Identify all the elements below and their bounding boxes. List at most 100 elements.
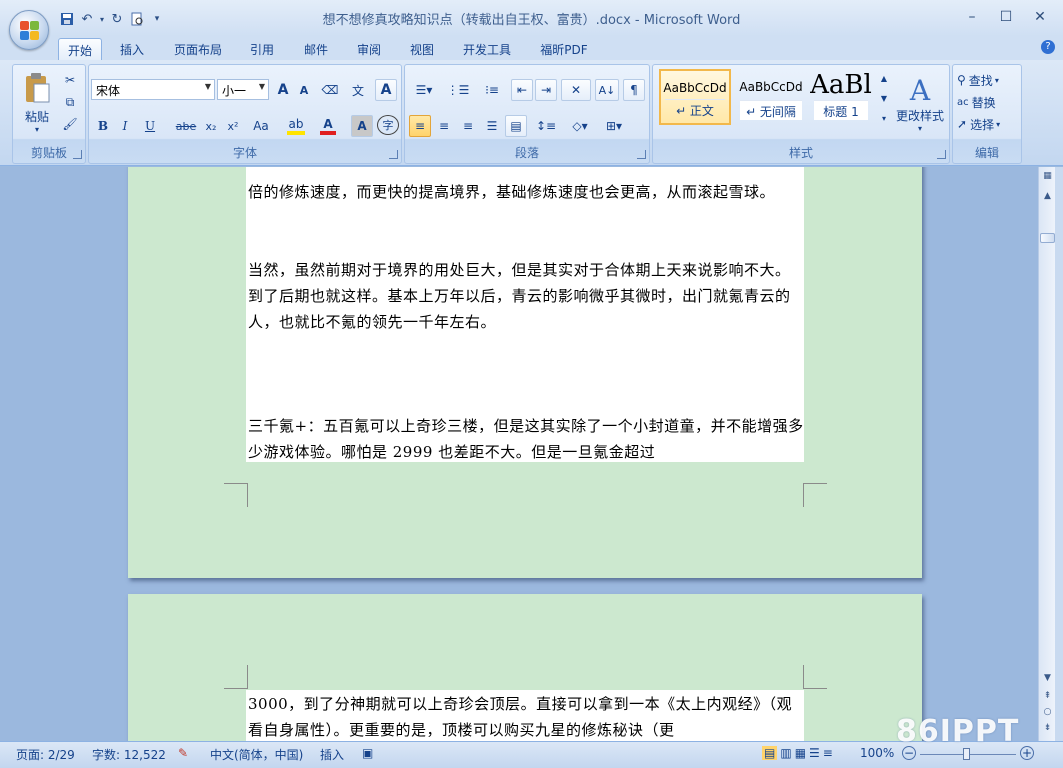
draft-icon[interactable]: ≡: [823, 746, 833, 760]
distributed-icon[interactable]: ▤: [505, 115, 527, 137]
scrollbar-thumb[interactable]: [1040, 233, 1055, 243]
tab-view[interactable]: 视图: [402, 38, 442, 60]
strikethrough-button[interactable]: abe: [173, 115, 199, 137]
maximize-button[interactable]: ☐: [989, 6, 1023, 28]
tab-developer[interactable]: 开发工具: [456, 38, 518, 60]
shading-icon[interactable]: ◇▾: [565, 115, 595, 137]
office-button[interactable]: [9, 10, 49, 50]
paragraph-launcher-icon[interactable]: [637, 150, 646, 159]
clipboard-launcher-icon[interactable]: [73, 150, 82, 159]
font-name-value: 宋体: [96, 84, 121, 98]
select-browse-object-icon[interactable]: ○: [1040, 707, 1055, 723]
paragraph[interactable]: 倍的修炼速度，而更快的提高境界，基础修炼速度也会更高，从而滚起雪球。: [248, 179, 804, 205]
borders-icon[interactable]: ⊞▾: [599, 115, 629, 137]
scroll-up-icon[interactable]: ▲: [1040, 191, 1055, 207]
numbering-icon[interactable]: ⋮☰: [443, 79, 473, 101]
outline-icon[interactable]: ☰: [809, 746, 820, 760]
paragraph[interactable]: 三千氪+：五百氪可以上奇珍三楼，但是这其实除了一个小封道童，并不能增强多少游戏体…: [248, 413, 804, 465]
show-marks-icon[interactable]: ¶: [623, 79, 645, 101]
zoom-in-icon[interactable]: +: [1020, 746, 1034, 760]
zoom-slider-thumb[interactable]: [963, 748, 970, 760]
tab-home[interactable]: 开始: [58, 38, 102, 60]
styles-scroll-up-icon[interactable]: ▲: [877, 69, 891, 87]
insert-mode[interactable]: 插入: [320, 746, 344, 763]
scroll-down-icon[interactable]: ▼: [1040, 673, 1055, 689]
zoom-level[interactable]: 100%: [860, 746, 894, 760]
shrink-font-button[interactable]: A: [294, 79, 314, 101]
format-painter-icon[interactable]: 🖌: [59, 113, 81, 135]
italic-button[interactable]: I: [115, 115, 135, 137]
highlight-icon[interactable]: ab: [281, 115, 311, 137]
char-shading-button[interactable]: A: [351, 115, 373, 137]
vertical-scrollbar[interactable]: ▦ ▲ ▼ ⇞ ○ ⇟: [1038, 167, 1055, 741]
line-spacing-icon[interactable]: ↕≡: [531, 115, 561, 137]
tab-review[interactable]: 审阅: [349, 38, 389, 60]
char-border-button[interactable]: A: [375, 79, 397, 101]
font-name-combo[interactable]: 宋体 ▼: [91, 79, 215, 100]
close-button[interactable]: ✕: [1023, 6, 1057, 28]
word-count[interactable]: 字数: 12,522: [92, 746, 166, 763]
style-heading-1[interactable]: AaBl 标题 1: [809, 69, 873, 125]
copy-icon[interactable]: ⧉: [59, 91, 81, 113]
font-group-label: 字体: [232, 146, 257, 160]
phonetic-guide-icon[interactable]: 文: [345, 79, 371, 101]
change-case-button[interactable]: Aa: [247, 115, 275, 137]
font-color-icon[interactable]: A: [313, 115, 343, 137]
align-right-icon[interactable]: ≡: [457, 115, 479, 137]
web-layout-icon[interactable]: ▦: [795, 746, 806, 760]
cut-icon[interactable]: ✂: [59, 69, 81, 91]
view-buttons: ▤ ▥ ▦ ☰ ≡: [762, 746, 833, 760]
previous-page-icon[interactable]: ⇞: [1040, 691, 1055, 707]
subscript-button[interactable]: x₂: [201, 115, 221, 137]
ruler-toggle-icon[interactable]: ▦: [1040, 171, 1055, 187]
help-icon[interactable]: ?: [1041, 40, 1055, 54]
replace-button[interactable]: ac 替换: [957, 91, 1019, 113]
chinese-layout-icon[interactable]: ✕: [561, 79, 591, 101]
tab-page-layout[interactable]: 页面布局: [166, 38, 230, 60]
bullets-icon[interactable]: ☰▾: [409, 79, 439, 101]
decrease-indent-icon[interactable]: ⇤: [511, 79, 533, 101]
change-styles-icon: A: [909, 73, 931, 107]
paragraph[interactable]: 3000，到了分神期就可以上奇珍会顶层。直接可以拿到一本《太上内观经》（观看自身…: [248, 691, 804, 741]
style-normal[interactable]: AaBbCcDd ↵ 正文: [659, 69, 731, 125]
superscript-button[interactable]: x²: [223, 115, 243, 137]
tab-references[interactable]: 引用: [242, 38, 282, 60]
increase-indent-icon[interactable]: ⇥: [535, 79, 557, 101]
styles-scroll-down-icon[interactable]: ▼: [877, 89, 891, 107]
clear-format-icon[interactable]: ⌫: [319, 79, 341, 101]
find-label: 查找: [968, 73, 993, 88]
find-button[interactable]: ⚲ 查找 ▾: [957, 69, 1019, 91]
underline-button[interactable]: U: [137, 115, 163, 137]
font-size-combo[interactable]: 小一 ▼: [217, 79, 269, 100]
select-button[interactable]: ➚ 选择 ▾: [957, 113, 1019, 135]
multilevel-list-icon[interactable]: ⁝≡: [477, 79, 507, 101]
justify-icon[interactable]: ☰: [481, 115, 503, 137]
proofing-icon[interactable]: ✎: [178, 746, 188, 760]
language-indicator[interactable]: 中文(简体，中国): [210, 746, 303, 763]
change-styles-button[interactable]: A 更改样式 ▾: [893, 69, 947, 137]
styles-more-icon[interactable]: ▾: [877, 109, 891, 127]
full-screen-reading-icon[interactable]: ▥: [780, 746, 791, 760]
align-center-icon[interactable]: ≡: [433, 115, 455, 137]
print-layout-icon[interactable]: ▤: [762, 746, 778, 760]
bold-button[interactable]: B: [93, 115, 113, 137]
paste-icon: [26, 73, 50, 103]
macro-record-icon[interactable]: ▣: [362, 746, 373, 760]
styles-launcher-icon[interactable]: [937, 150, 946, 159]
tab-foxit-pdf[interactable]: 福昕PDF: [532, 38, 596, 60]
enclose-characters-button[interactable]: 字: [377, 115, 399, 135]
style-no-spacing[interactable]: AaBbCcDd ↵ 无间隔: [735, 69, 807, 125]
document-area[interactable]: 倍的修炼速度，而更快的提高境界，基础修炼速度也会更高，从而滚起雪球。 当然，虽然…: [0, 167, 1038, 741]
grow-font-button[interactable]: A: [273, 79, 293, 101]
tab-insert[interactable]: 插入: [112, 38, 152, 60]
minimize-button[interactable]: –: [955, 6, 989, 28]
chevron-down-icon: ▼: [258, 82, 265, 91]
paragraph[interactable]: 当然，虽然前期对于境界的用处巨大，但是其实对于合体期上天来说影响不大。到了后期也…: [248, 257, 804, 335]
font-launcher-icon[interactable]: [389, 150, 398, 159]
page-count[interactable]: 页面: 2/29: [16, 746, 75, 763]
sort-icon[interactable]: A↓: [595, 79, 619, 101]
align-left-icon[interactable]: ≡: [409, 115, 431, 137]
paste-button[interactable]: 粘贴 ▾: [17, 69, 57, 137]
next-page-icon[interactable]: ⇟: [1040, 723, 1055, 739]
tab-mailings[interactable]: 邮件: [296, 38, 336, 60]
